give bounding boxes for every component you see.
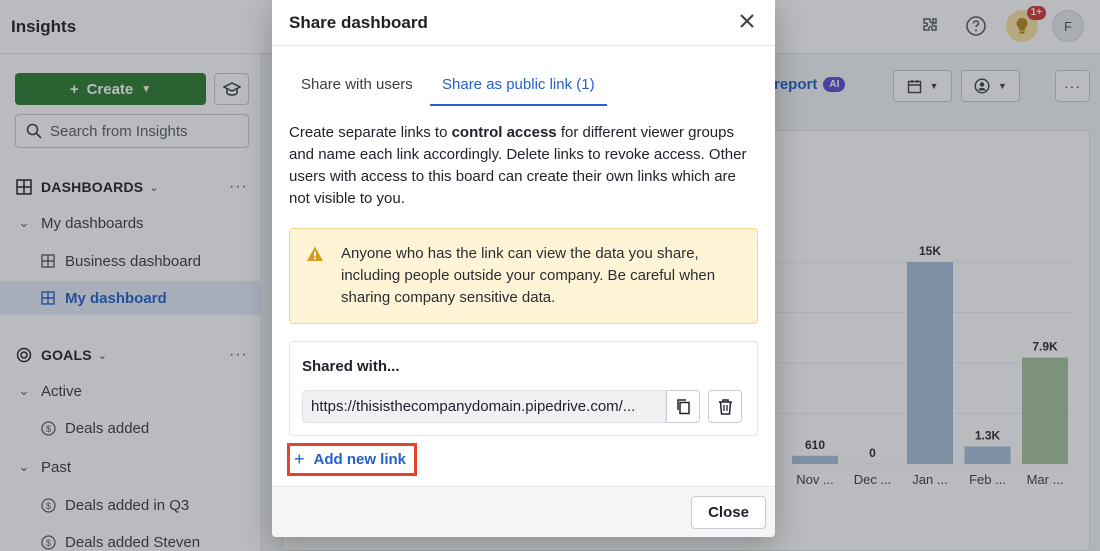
share-tabs: Share with users Share as public link (1… (289, 66, 758, 106)
shared-with-panel: Shared with... https://thisisthecompanyd… (289, 341, 758, 436)
add-new-link-button[interactable]: + Add new link (287, 443, 417, 476)
delete-link-button[interactable] (708, 390, 742, 423)
dialog-title: Share dashboard (289, 13, 428, 32)
copy-icon (677, 399, 690, 415)
warning-icon (307, 246, 323, 261)
shared-with-title: Shared with... (302, 358, 400, 375)
tab-share-as-public-link[interactable]: Share as public link (1) (430, 66, 607, 106)
share-dashboard-dialog: Share dashboard Share with users Share a… (272, 0, 775, 537)
add-new-link-label: Add new link (313, 451, 407, 468)
dialog-footer: Close (272, 486, 775, 537)
warning-text: Anyone who has the link can view the dat… (341, 245, 716, 306)
description-text: Create separate links to (289, 124, 452, 141)
tab-share-with-users[interactable]: Share with users (289, 66, 425, 106)
trash-icon (718, 399, 732, 415)
description-emphasis: control access (451, 124, 557, 141)
share-description: Create separate links to control access … (289, 122, 759, 210)
close-icon[interactable] (739, 11, 755, 33)
close-button[interactable]: Close (691, 496, 766, 529)
public-link-field[interactable]: https://thisisthecompanydomain.pipedrive… (302, 390, 666, 423)
copy-link-button[interactable] (666, 390, 700, 423)
plus-icon: + (294, 449, 305, 469)
dialog-header: Share dashboard (272, 0, 775, 46)
warning-callout: Anyone who has the link can view the dat… (289, 228, 758, 324)
